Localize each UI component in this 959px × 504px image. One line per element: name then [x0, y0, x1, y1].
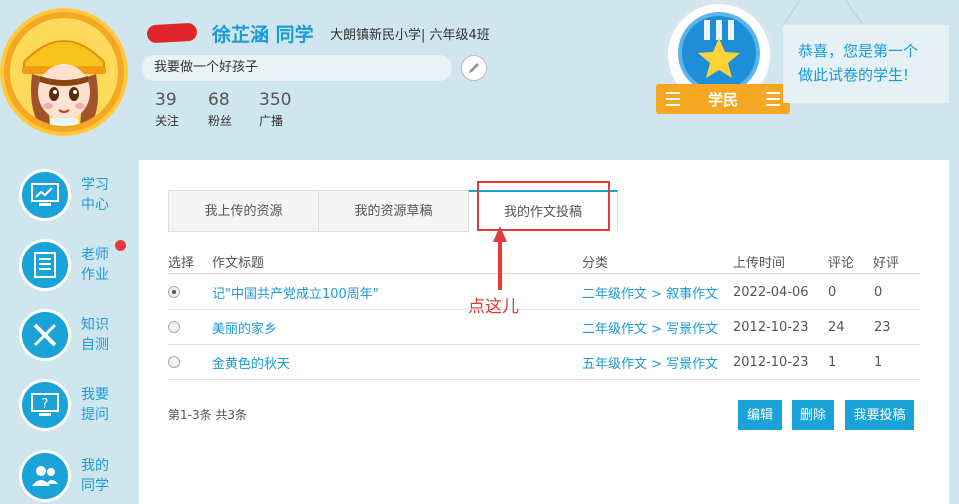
comment-count: 1 [828, 354, 837, 370]
annotation-text: 点这儿 [468, 297, 519, 317]
avatar[interactable] [0, 8, 128, 136]
bio-text: 我要做一个好孩子 [142, 55, 452, 81]
col-header: 分类 [582, 256, 609, 271]
like-count: 1 [874, 354, 883, 370]
document-icon [19, 239, 71, 291]
category-link[interactable]: 五年级作文 > 写景作文 [582, 345, 718, 379]
annotation-highlight-box [477, 181, 610, 231]
table-row: 美丽的家乡 二年级作文 > 写景作文 2012-10-23 24 23 [168, 310, 920, 345]
ribbon-lines-icon [666, 92, 680, 106]
sidebar-item-label: 我的 同学 [81, 456, 111, 496]
submit-essay-button[interactable]: 我要投稿 [845, 400, 914, 430]
col-header: 评论 [828, 256, 855, 271]
upload-date: 2012-10-23 [733, 319, 809, 335]
label-line: 中心 [81, 197, 109, 213]
stat-number: 350 [259, 90, 292, 110]
notification-dot [115, 240, 126, 251]
table-row: 金黄色的秋天 五年级作文 > 写景作文 2012-10-23 1 1 [168, 345, 920, 380]
achievement-badge: 学民 [656, 0, 790, 118]
stat-broadcasts[interactable]: 350 广播 [259, 90, 291, 129]
pencil-icon [469, 63, 479, 73]
sidebar-item-study-center[interactable]: 学习 中心 [19, 165, 129, 225]
congrats-line: 恭喜，您是第一个 [798, 42, 919, 60]
stat-label: 粉丝 [208, 114, 233, 128]
like-count: 23 [874, 319, 891, 335]
annotation-arrow-icon [493, 226, 507, 290]
upload-date: 2012-10-23 [733, 354, 809, 370]
sidebar-item-label: 学习 中心 [81, 175, 111, 215]
badge-ribbon: 学民 [656, 84, 790, 114]
essay-title-link[interactable]: 记"中国共产党成立100周年" [212, 275, 379, 309]
stat-followers[interactable]: 68 粉丝 [208, 90, 232, 129]
comment-count: 24 [828, 319, 845, 335]
edit-button[interactable]: 编辑 [738, 400, 782, 430]
redacted-mark [146, 22, 198, 44]
label-line: 知识 [81, 317, 109, 333]
label-line: 老师 [81, 247, 109, 263]
label-line: 我的 [81, 458, 109, 474]
col-header: 选择 [168, 256, 195, 271]
delete-button[interactable]: 删除 [792, 400, 834, 430]
label-line: 提问 [81, 407, 109, 423]
monitor-chart-icon [19, 169, 71, 221]
tab-resource-drafts[interactable]: 我的资源草稿 [318, 190, 468, 232]
avatar-image [10, 18, 118, 126]
col-header: 上传时间 [733, 256, 786, 271]
essay-title-link[interactable]: 美丽的家乡 [212, 310, 277, 344]
people-icon [19, 450, 71, 502]
row-select-radio[interactable] [168, 286, 180, 298]
ruler-pencil-icon [19, 309, 71, 361]
label-line: 自测 [81, 337, 109, 353]
school-class: 大朗镇新民小学| 六年级4班 [330, 28, 490, 43]
ribbon-lines-icon [766, 92, 780, 106]
sidebar-item-teacher-homework[interactable]: 老师 作业 [19, 235, 129, 295]
stat-number: 68 [208, 90, 230, 110]
col-header: 好评 [873, 256, 900, 271]
like-count: 0 [874, 284, 883, 300]
user-name[interactable]: 徐芷涵 同学 [212, 20, 314, 47]
label-line: 学习 [81, 177, 109, 193]
essay-title-link[interactable]: 金黄色的秋天 [212, 345, 290, 379]
stat-following[interactable]: 39 关注 [155, 90, 179, 129]
table-header: 选择 作文标题 分类 上传时间 评论 好评 [168, 252, 920, 274]
congrats-line: 做此试卷的学生! [798, 66, 910, 84]
badge-medal [678, 12, 760, 94]
tab-uploaded-resources[interactable]: 我上传的资源 [168, 190, 318, 232]
sidebar-item-self-test[interactable]: 知识 自测 [19, 305, 129, 365]
col-header: 作文标题 [212, 256, 265, 271]
sidebar-item-label: 老师 作业 [81, 245, 111, 285]
avatar-girl-icon [22, 40, 106, 126]
badge-title: 学民 [707, 90, 738, 109]
svg-text:?: ? [42, 397, 49, 412]
label-line: 作业 [81, 267, 109, 283]
pagination-info: 第1-3条 共3条 [168, 408, 248, 422]
star-medal-icon [698, 20, 740, 78]
row-select-radio[interactable] [168, 321, 180, 333]
category-link[interactable]: 二年级作文 > 写景作文 [582, 310, 718, 344]
row-select-radio[interactable] [168, 356, 180, 368]
stat-number: 39 [155, 90, 177, 110]
stat-label: 关注 [155, 114, 180, 128]
sidebar-item-label: 知识 自测 [81, 315, 111, 355]
decor-line [845, 0, 862, 24]
comment-count: 0 [828, 284, 837, 300]
table-row: 记"中国共产党成立100周年" 二年级作文 > 叙事作文 2022-04-06 … [168, 275, 920, 310]
edit-bio-button[interactable] [461, 55, 487, 81]
sidebar-item-ask-question[interactable]: ? 我要 提问 [19, 375, 129, 435]
label-line: 我要 [81, 387, 109, 403]
label-line: 同学 [81, 478, 109, 494]
sidebar-item-label: 我要 提问 [81, 385, 111, 425]
question-screen-icon: ? [19, 379, 71, 431]
upload-date: 2022-04-06 [733, 284, 809, 300]
congrats-message: 恭喜，您是第一个 做此试卷的学生! [783, 25, 949, 103]
sidebar-item-classmates[interactable]: 我的 同学 [19, 446, 129, 504]
stat-label: 广播 [259, 114, 284, 128]
category-link[interactable]: 二年级作文 > 叙事作文 [582, 275, 718, 309]
